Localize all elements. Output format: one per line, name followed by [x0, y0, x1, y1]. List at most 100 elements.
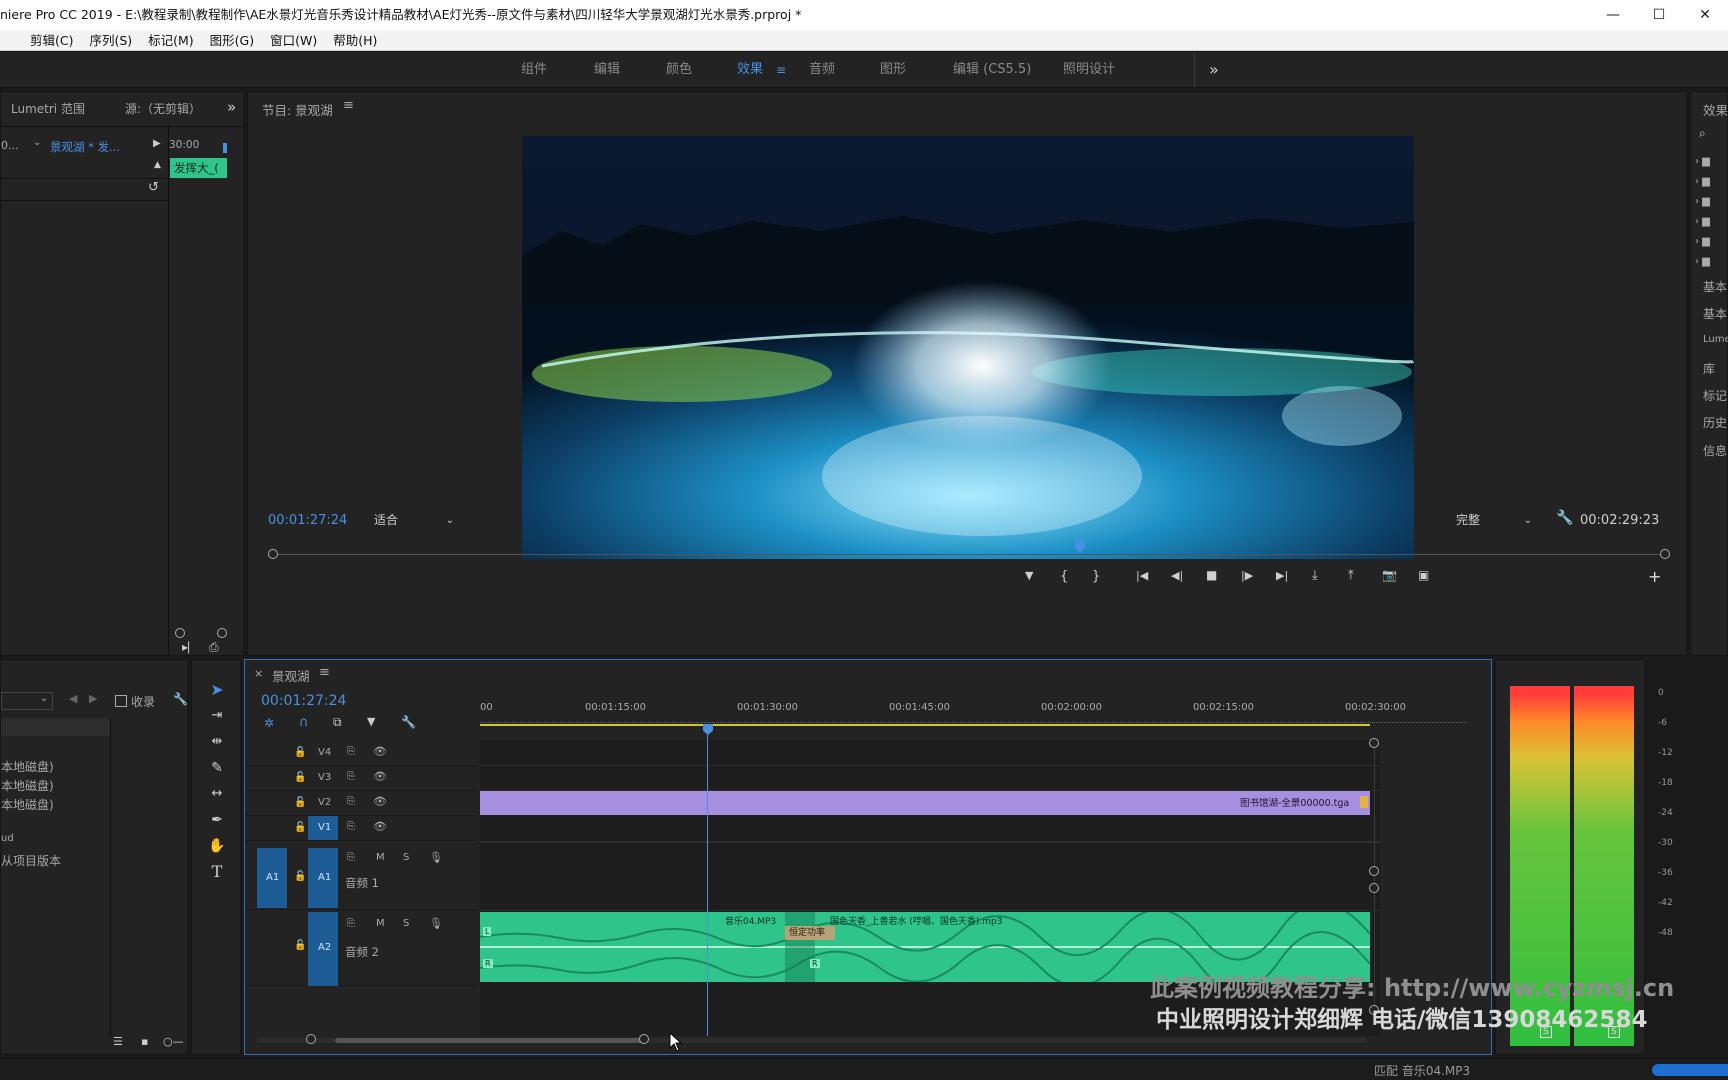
project-row[interactable]: 本地磁盘): [1, 758, 54, 775]
mark-out-icon[interactable]: }: [1092, 569, 1100, 584]
quality-dropdown[interactable]: 完整 ⌄: [1456, 511, 1532, 530]
icon-view-icon[interactable]: ▪: [141, 1035, 148, 1048]
project-row[interactable]: 本地磁盘): [1, 777, 54, 794]
scroll-handle[interactable]: [1660, 549, 1670, 559]
playhead-marker[interactable]: [223, 143, 227, 153]
effects-row[interactable]: 信息: [1703, 442, 1727, 459]
scroll-handle[interactable]: [175, 628, 185, 638]
scrollbar-thumb[interactable]: [335, 1038, 643, 1043]
program-scrubber[interactable]: [268, 541, 1670, 561]
lock-icon[interactable]: 🔓: [294, 772, 306, 783]
add-marker-icon[interactable]: ▼: [367, 715, 375, 728]
wrench-icon[interactable]: 🔧: [401, 715, 416, 729]
clip-dropdown[interactable]: 景观湖 * 发...: [50, 139, 120, 155]
eye-icon[interactable]: 👁: [373, 745, 387, 758]
effects-row[interactable]: 库: [1703, 360, 1715, 377]
ingest-checkbox[interactable]: [115, 695, 127, 707]
zoom-slider-icon[interactable]: ○—: [163, 1035, 184, 1048]
lock-icon[interactable]: 🔓: [294, 871, 306, 882]
nest-icon[interactable]: ✲: [264, 716, 274, 730]
lift-icon[interactable]: ⤓: [1312, 568, 1318, 583]
eye-icon[interactable]: 👁: [373, 820, 387, 833]
effects-row[interactable]: 历史: [1703, 414, 1727, 431]
linked-selection-icon[interactable]: ⧉: [333, 715, 342, 730]
sync-lock-icon[interactable]: ⎘: [347, 771, 355, 782]
minimize-icon[interactable]: —: [1590, 0, 1636, 30]
workspace-editing-cs55[interactable]: 编辑 (CS5.5): [953, 52, 1031, 88]
export-frame-icon[interactable]: 📷: [1382, 568, 1397, 582]
folder-item[interactable]: › ▆: [1695, 152, 1728, 172]
comparison-view-icon[interactable]: ▣: [1418, 568, 1429, 582]
search-icon[interactable]: ⌕: [1699, 126, 1706, 141]
effects-panel-title[interactable]: 效果: [1703, 100, 1728, 119]
step-forward-icon[interactable]: |▶: [1241, 569, 1253, 582]
scroll-handle[interactable]: [217, 628, 227, 638]
list-view-icon[interactable]: ☰: [113, 1035, 123, 1048]
back-arrow-icon[interactable]: ◀: [69, 692, 77, 705]
folder-item[interactable]: › ▆: [1695, 212, 1728, 232]
wrench-icon[interactable]: 🔧: [1556, 510, 1573, 526]
go-to-in-icon[interactable]: |◀: [1136, 569, 1148, 582]
project-row[interactable]: ud: [1, 833, 14, 844]
scroll-handle[interactable]: [1369, 738, 1379, 748]
work-area-bar[interactable]: [480, 724, 1370, 726]
program-monitor-title[interactable]: 节目: 景观湖: [262, 100, 333, 119]
project-row[interactable]: 从项目版本: [1, 852, 61, 869]
sync-lock-icon[interactable]: ⎘: [347, 852, 355, 863]
fit-dropdown[interactable]: 适合 ⌄: [374, 511, 454, 530]
playhead[interactable]: [1075, 541, 1086, 553]
microphone-icon[interactable]: 🎙: [429, 917, 443, 930]
timeline-timecode[interactable]: 00:01:27:24: [261, 693, 346, 709]
microphone-icon[interactable]: 🎙: [429, 851, 443, 864]
wrench-icon[interactable]: 🔧: [173, 692, 188, 706]
lock-icon[interactable]: 🔓: [294, 822, 306, 833]
sync-lock-icon[interactable]: ⎘: [347, 796, 355, 807]
scroll-handle[interactable]: [268, 549, 278, 559]
play-arrow-icon[interactable]: ▶: [153, 138, 161, 149]
project-row[interactable]: 本地磁盘): [1, 796, 54, 813]
lock-icon[interactable]: 🔓: [294, 747, 306, 758]
solo-button[interactable]: S: [403, 852, 409, 863]
panel-menu-icon[interactable]: ≡: [343, 98, 354, 113]
mark-in-icon[interactable]: {: [1060, 569, 1068, 584]
ripple-edit-tool-icon[interactable]: ⇹: [207, 734, 227, 750]
timeline-tab[interactable]: 景观湖: [272, 666, 310, 685]
maximize-icon[interactable]: ☐: [1636, 0, 1682, 30]
menu-marker[interactable]: 标记(M): [148, 30, 194, 51]
caret-up-icon[interactable]: ▲: [154, 160, 161, 170]
workspace-menu-icon[interactable]: ≡: [776, 52, 786, 88]
panel-menu-icon[interactable]: ≡: [319, 665, 330, 680]
solo-button[interactable]: S: [403, 918, 409, 929]
tab-lumetri-scopes[interactable]: Lumetri 范围: [11, 100, 85, 117]
hand-tool-icon[interactable]: ✋: [207, 838, 227, 854]
timeline-playhead[interactable]: [707, 728, 708, 1036]
eye-icon[interactable]: 👁: [373, 770, 387, 783]
snap-icon[interactable]: ∩: [299, 715, 309, 730]
workspace-overflow-icon[interactable]: »: [1209, 52, 1219, 88]
scroll-handle[interactable]: [1369, 866, 1379, 876]
scroll-handle[interactable]: [1369, 883, 1379, 893]
export-frame-icon[interactable]: ⎙: [209, 640, 219, 655]
sync-lock-icon[interactable]: ⎘: [347, 918, 355, 929]
chevron-down-icon[interactable]: ⌄: [33, 137, 41, 148]
track-select-tool-icon[interactable]: ⇥: [207, 708, 227, 724]
panel-overflow-icon[interactable]: »: [227, 98, 236, 116]
effects-row[interactable]: 基本: [1703, 305, 1727, 322]
add-button-icon[interactable]: +: [1648, 567, 1661, 586]
insert-icon[interactable]: ▸⎸: [182, 640, 200, 655]
razor-tool-icon[interactable]: ✎: [207, 760, 227, 776]
forward-arrow-icon[interactable]: ▶: [89, 692, 97, 705]
scroll-handle[interactable]: [306, 1034, 316, 1044]
workspace-color[interactable]: 颜色: [666, 52, 692, 88]
folder-item[interactable]: › ▆: [1695, 172, 1728, 192]
transition-constant-power[interactable]: 恒定功率: [785, 926, 835, 940]
effects-row[interactable]: Lume: [1703, 334, 1728, 345]
pen-tool-icon[interactable]: ✒: [207, 812, 227, 828]
source-clip[interactable]: 发挥大_(: [170, 158, 227, 178]
workspace-editing[interactable]: 编辑: [594, 52, 620, 88]
lock-icon[interactable]: 🔓: [294, 797, 306, 808]
slip-tool-icon[interactable]: ↔: [207, 786, 227, 802]
menu-sequence[interactable]: 序列(S): [89, 30, 132, 51]
folder-item[interactable]: › ▆: [1695, 252, 1728, 272]
close-tab-icon[interactable]: ×: [254, 667, 263, 680]
